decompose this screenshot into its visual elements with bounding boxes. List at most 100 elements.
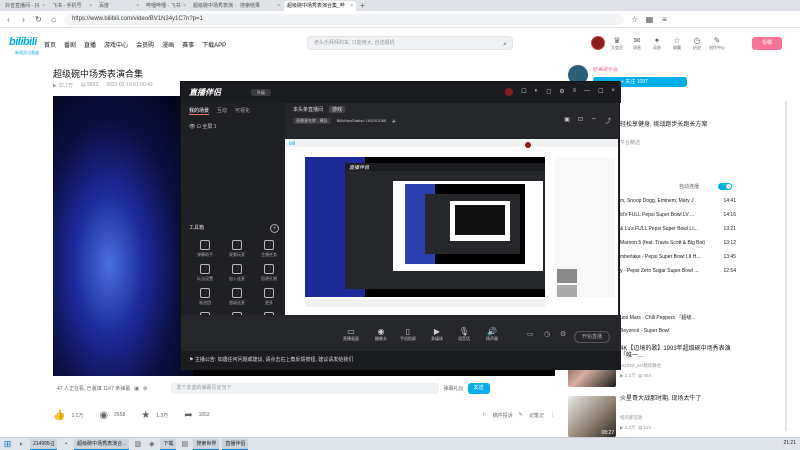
tab-room[interactable]: 本头条直播间	[293, 106, 323, 113]
history-icon[interactable]: ◷ 历史	[689, 36, 705, 51]
reload-icon[interactable]: ↻	[34, 15, 43, 24]
scene-item[interactable]: 👁 ⊡ 全屏 1	[181, 119, 285, 134]
tool-more[interactable]: 更多	[253, 288, 285, 306]
tool-danmaku-assistant[interactable]: 弹幕助手	[189, 240, 221, 258]
danmaku-etiquette[interactable]: 弹幕礼仪	[443, 385, 463, 392]
settings-icon[interactable]: ⚙	[559, 88, 564, 96]
menu-icon[interactable]: ≡	[660, 15, 669, 24]
search-input[interactable]: 老头乐拜拜的车, 只能用大, 自选摄机 ⌕	[307, 36, 513, 50]
settings-icon[interactable]: ⚙	[560, 330, 566, 338]
tool-play-settings[interactable]: 玩法设置	[189, 264, 221, 282]
minimize-icon[interactable]: —	[584, 88, 590, 96]
message-icon[interactable]: ✉ 消息	[629, 36, 645, 51]
collect-icon[interactable]: ★	[141, 410, 150, 421]
nav-link[interactable]: 直播	[84, 40, 96, 49]
playlist-item[interactable]: Beyoncé - Super Bowl	[620, 328, 736, 334]
qq-icon[interactable]: ◔	[60, 439, 71, 450]
rec-thumbnail[interactable]: 08:27	[568, 396, 616, 437]
browser-tab-active[interactable]: 超级碗中场秀表演合集_哔 ×	[284, 1, 356, 11]
taskbar-app[interactable]: 214995-[]	[30, 438, 58, 450]
search-icon[interactable]: ⌕	[503, 39, 507, 51]
record-icon[interactable]: ▭	[527, 330, 534, 338]
playlist-item[interactable]: uno Mars - Chili Peppers 『超级...	[620, 314, 736, 321]
browser-tab[interactable]: 超级碗中场秀表演×	[190, 1, 236, 11]
speaker-button[interactable]: 🔊 扬声器	[486, 327, 498, 342]
stream-preview[interactable]: bili 直播伴侣	[285, 139, 618, 315]
browser-tab[interactable]: 搜索结果 ×	[237, 1, 283, 11]
nav-link[interactable]: 下载APP	[202, 40, 226, 49]
taskbar-app[interactable]: 超级碗中场秀表演合...	[74, 438, 130, 450]
tab-interact[interactable]: 互动	[217, 107, 227, 115]
playlist-item[interactable]: mberlake - Pepsi Super Bowl LII H... 13:4…	[620, 254, 736, 260]
rec-title[interactable]: 轻松享健身, 挑战跑步长跑长方案	[620, 122, 738, 129]
uploader-name[interactable]: 欧美歌手会	[593, 66, 618, 73]
danmaku-settings-icon[interactable]: ⚙	[143, 386, 147, 392]
windows-start-icon[interactable]: ⊞	[2, 439, 13, 450]
share-icon[interactable]: ➦	[184, 410, 192, 421]
send-danmaku-button[interactable]: 发送	[467, 383, 490, 394]
nav-link[interactable]: 游戏中心	[104, 40, 128, 49]
playlist-item[interactable]: ld's FULL Pepsi Super Bowl LV ... 14:16	[620, 212, 736, 218]
menu-icon[interactable]: ≡	[573, 88, 577, 96]
app-icon[interactable]: ◈	[146, 439, 157, 450]
playlist-item[interactable]: y - Pepsi Zero Sugar Super Bowl ... 12:54	[620, 268, 736, 274]
layout-icon[interactable]: ▣	[564, 116, 570, 125]
taskbar-app[interactable]: 搜索世界	[193, 438, 220, 450]
tool-join-call[interactable]: 加入连麦	[221, 264, 253, 282]
close-icon[interactable]: ×	[611, 88, 615, 96]
camera-button[interactable]: ◉ 摄像头	[375, 327, 387, 342]
report-link[interactable]: 稿件投诉	[493, 412, 513, 419]
nav-link[interactable]: 漫画	[162, 40, 174, 49]
feedback-icon[interactable]: ☐	[521, 88, 526, 96]
coin-icon[interactable]: ◉	[99, 410, 108, 421]
tool-spectate[interactable]: 观战团	[189, 288, 221, 306]
close-icon[interactable]: ×	[350, 1, 353, 11]
close-icon[interactable]: ×	[42, 1, 45, 11]
app-icon[interactable]: ▥	[132, 439, 143, 450]
danmaku-toggle-icon[interactable]: ▣	[134, 386, 139, 392]
new-tab-icon[interactable]: +	[357, 1, 369, 11]
browser-tab[interactable]: 百度 ×	[96, 1, 142, 11]
report-icon[interactable]: ⚐	[482, 412, 486, 418]
source-select[interactable]: 直播源名称 - 横竖	[293, 118, 331, 124]
rec-title[interactable]: 火星哥大战那时期, 现场太牛了	[620, 396, 738, 403]
danmaku-input[interactable]: 发个友善的弹幕见证当下	[171, 383, 440, 394]
phone-cast-button[interactable]: ▯ 手机投屏	[400, 327, 416, 342]
playlist-item[interactable]: Maroon 5 (feat. Travis Scott & Big Boi) 1…	[620, 240, 736, 246]
microphone-button[interactable]: 🎙 语音话	[458, 327, 470, 342]
start-live-button[interactable]: 开始直播	[574, 331, 610, 343]
notes-link[interactable]: 记笔记	[529, 412, 544, 419]
tab-game[interactable]: 游戏	[329, 106, 346, 113]
tool-viewers[interactable]: 观看玩家	[221, 240, 253, 258]
nav-link[interactable]: 首页	[44, 40, 56, 49]
page-scrollbar[interactable]	[785, 101, 787, 431]
nav-link[interactable]: 番剧	[64, 40, 76, 49]
playlist-item[interactable]: m, Snoop Dogg, Eminem, Mary J 14:41	[620, 198, 736, 204]
vip-icon[interactable]: ♛ 大会员	[609, 36, 625, 51]
avatar[interactable]	[591, 36, 605, 50]
like-icon[interactable]: 👍	[53, 410, 65, 421]
close-icon[interactable]: ×	[89, 1, 92, 11]
avatar[interactable]	[505, 88, 514, 96]
live-screen-button[interactable]: ▭ 直播画面	[343, 327, 359, 342]
media-button[interactable]: ▶ 多媒体	[431, 327, 443, 342]
star-icon[interactable]: ☆	[630, 15, 639, 24]
taskbar-app[interactable]: 下载	[160, 438, 177, 450]
back-icon[interactable]: ‹	[4, 15, 13, 24]
site-logo[interactable]: bilibili	[9, 36, 37, 48]
more-icon[interactable]: ⋮	[550, 412, 555, 418]
playlist-item[interactable]: & Lu's FULL Pepsi Super Bowl LI... 13:21	[620, 226, 736, 232]
close-icon[interactable]: ×	[235, 1, 236, 11]
nav-link[interactable]: 会员购	[136, 40, 154, 49]
favorite-icon[interactable]: ☆ 收藏	[669, 36, 685, 51]
share-icon[interactable]: ⤴	[605, 116, 611, 125]
notes-icon[interactable]: ✎	[519, 412, 523, 418]
close-icon[interactable]: ×	[277, 1, 280, 11]
skin-icon[interactable]: ◐	[535, 88, 539, 96]
lock-icon[interactable]: ⊡	[578, 116, 583, 125]
creator-icon[interactable]: ✎ 创作中心	[709, 36, 725, 51]
autoplay-toggle[interactable]	[718, 183, 732, 190]
browser-tab[interactable]: 飞书 - 手机号 ×	[49, 1, 95, 11]
tool-super-call[interactable]: 超级连麦	[221, 288, 253, 306]
add-tool-icon[interactable]: +	[270, 224, 279, 233]
